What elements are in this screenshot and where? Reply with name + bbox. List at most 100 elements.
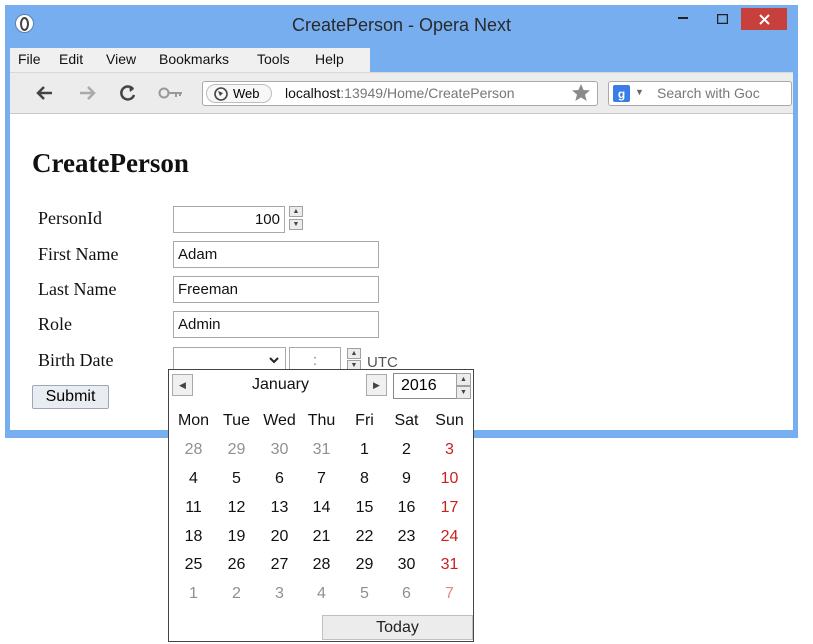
- year-increment-button[interactable]: ▲: [456, 373, 471, 386]
- calendar-day[interactable]: 17: [428, 499, 471, 517]
- calendar-day[interactable]: 14: [300, 499, 343, 517]
- web-label: Web: [233, 86, 260, 101]
- calendar-day[interactable]: 16: [385, 499, 428, 517]
- search-engine-dropdown-icon[interactable]: ▼: [635, 87, 644, 97]
- minimize-button[interactable]: [660, 8, 706, 30]
- calendar-day[interactable]: 30: [385, 556, 428, 574]
- url-path: :13949/Home/CreatePerson: [340, 85, 515, 101]
- calendar-day[interactable]: 9: [385, 470, 428, 488]
- calendar-day[interactable]: 24: [428, 528, 471, 546]
- birthdate-label: Birth Date: [38, 350, 114, 370]
- personid-input[interactable]: 100: [173, 206, 285, 233]
- firstname-label: First Name: [38, 244, 119, 264]
- date-picker-popup: ◀ January ▶ 2016 ▲ ▼ Mon Tue Wed Thu Fri Sat S…: [168, 369, 474, 642]
- google-icon[interactable]: g: [613, 85, 630, 102]
- menu-view[interactable]: View: [106, 51, 136, 67]
- calendar-day[interactable]: 31: [428, 556, 471, 574]
- personid-label: PersonId: [38, 208, 102, 228]
- close-icon: [758, 13, 770, 25]
- calendar-day[interactable]: 20: [258, 528, 301, 546]
- calendar-day[interactable]: 29: [343, 556, 386, 574]
- lastname-input[interactable]: Freeman: [173, 276, 379, 303]
- personid-increment-button[interactable]: ▲: [289, 206, 303, 217]
- calendar-day[interactable]: 13: [258, 499, 301, 517]
- calendar-year-input[interactable]: 2016: [393, 373, 457, 399]
- time-increment-button[interactable]: ▲: [347, 348, 361, 359]
- calendar-day[interactable]: 15: [343, 499, 386, 517]
- search-input[interactable]: Search with Goc: [657, 85, 760, 101]
- calendar-day[interactable]: 7: [428, 585, 471, 603]
- calendar-day[interactable]: 11: [172, 499, 215, 517]
- calendar-day[interactable]: 10: [428, 470, 471, 488]
- search-bar[interactable]: g ▼ Search with Goc: [608, 81, 792, 106]
- personid-decrement-button[interactable]: ▼: [289, 219, 303, 230]
- url-text[interactable]: localhost:13949/Home/CreatePerson: [285, 85, 515, 101]
- prev-month-button[interactable]: ◀: [172, 374, 193, 396]
- submit-button[interactable]: Submit: [32, 385, 109, 409]
- calendar-day[interactable]: 19: [215, 528, 258, 546]
- role-label: Role: [38, 314, 72, 334]
- calendar-day[interactable]: 1: [172, 585, 215, 603]
- key-icon[interactable]: [158, 85, 184, 101]
- year-decrement-button[interactable]: ▼: [456, 386, 471, 399]
- forward-arrow-icon[interactable]: [78, 84, 98, 102]
- weekday-header: Thu: [307, 412, 336, 429]
- calendar-day[interactable]: 30: [258, 441, 301, 459]
- calendar-day[interactable]: 5: [343, 585, 386, 603]
- calendar-day[interactable]: 3: [428, 441, 471, 459]
- calendar-day[interactable]: 6: [258, 470, 301, 488]
- calendar-day[interactable]: 21: [300, 528, 343, 546]
- today-button[interactable]: Today: [322, 615, 473, 640]
- address-bar[interactable]: Web localhost:13949/Home/CreatePerson: [202, 81, 598, 106]
- calendar-day[interactable]: 3: [258, 585, 301, 603]
- calendar-day[interactable]: 4: [300, 585, 343, 603]
- calendar-day[interactable]: 7: [300, 470, 343, 488]
- maximize-icon: [716, 14, 728, 24]
- calendar-day[interactable]: 2: [385, 441, 428, 459]
- navigation-toolbar: Web localhost:13949/Home/CreatePerson g …: [10, 72, 793, 114]
- role-input[interactable]: Admin: [173, 311, 379, 338]
- close-button[interactable]: [741, 8, 787, 30]
- weekday-header: Tue: [223, 412, 250, 429]
- calendar-month: January: [252, 376, 309, 393]
- calendar-day[interactable]: 27: [258, 556, 301, 574]
- menu-tools[interactable]: Tools: [257, 51, 290, 67]
- globe-icon: [214, 86, 228, 101]
- url-host: localhost: [285, 85, 341, 101]
- chevron-down-icon: [269, 357, 279, 364]
- calendar-day[interactable]: 28: [172, 441, 215, 459]
- weekday-header: Fri: [355, 412, 374, 429]
- weekday-header: Wed: [263, 412, 296, 429]
- weekday-header: Sat: [394, 412, 419, 429]
- reload-icon[interactable]: [118, 83, 138, 103]
- calendar-day[interactable]: 28: [300, 556, 343, 574]
- calendar-day[interactable]: 23: [385, 528, 428, 546]
- calendar-day[interactable]: 1: [343, 441, 386, 459]
- page-title: CreatePerson: [32, 148, 189, 178]
- firstname-input[interactable]: Adam: [173, 241, 379, 268]
- next-month-button[interactable]: ▶: [366, 374, 387, 396]
- weekday-header: Mon: [177, 412, 210, 429]
- weekday-header: Sun: [435, 412, 464, 429]
- calendar-day[interactable]: 26: [215, 556, 258, 574]
- calendar-day[interactable]: 31: [300, 441, 343, 459]
- calendar-day[interactable]: 25: [172, 556, 215, 574]
- calendar-day[interactable]: 4: [172, 470, 215, 488]
- bookmark-star-icon[interactable]: [571, 83, 591, 103]
- menu-help[interactable]: Help: [315, 51, 344, 67]
- calendar-day[interactable]: 8: [343, 470, 386, 488]
- back-arrow-icon[interactable]: [34, 84, 54, 102]
- calendar-day[interactable]: 18: [172, 528, 215, 546]
- web-badge[interactable]: Web: [206, 84, 272, 103]
- title-bar[interactable]: CreatePerson - Opera Next: [5, 5, 798, 47]
- menu-file[interactable]: File: [18, 51, 41, 67]
- menu-bookmarks[interactable]: Bookmarks: [159, 51, 229, 67]
- calendar-day[interactable]: 22: [343, 528, 386, 546]
- calendar-day[interactable]: 29: [215, 441, 258, 459]
- calendar-day[interactable]: 6: [385, 585, 428, 603]
- maximize-button[interactable]: [706, 8, 738, 30]
- menu-edit[interactable]: Edit: [59, 51, 83, 67]
- calendar-day[interactable]: 12: [215, 499, 258, 517]
- calendar-day[interactable]: 2: [215, 585, 258, 603]
- calendar-day[interactable]: 5: [215, 470, 258, 488]
